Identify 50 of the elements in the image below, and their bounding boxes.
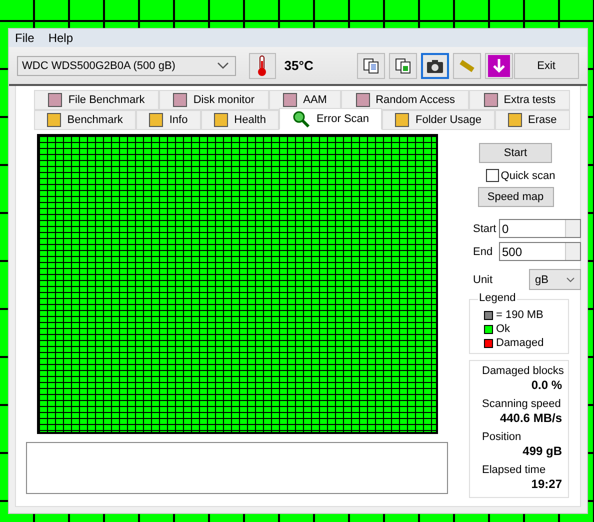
start-label: Start <box>473 222 497 234</box>
chevron-down-icon <box>566 276 575 282</box>
start-field[interactable]: 0 <box>499 219 581 238</box>
tab[interactable]: Erase <box>494 110 570 130</box>
exit-button[interactable]: Exit <box>514 52 580 79</box>
drive-dropdown[interactable]: WDC WDS500G2B0A (500 gB) <box>17 56 236 76</box>
tab[interactable]: Info <box>136 110 201 130</box>
thermometer-button[interactable] <box>248 52 276 79</box>
copy-chart-button[interactable] <box>388 52 417 79</box>
legend-title: Legend <box>478 292 517 304</box>
copy-button[interactable] <box>356 52 385 79</box>
stat-value: 440.6 MB/s <box>500 411 562 426</box>
tab[interactable]: Error Scan <box>279 108 382 130</box>
tab[interactable]: Health <box>200 110 280 130</box>
tab[interactable]: Benchmark <box>34 110 136 130</box>
temperature-reading: 35°C <box>284 58 314 74</box>
quick-scan-checkbox[interactable]: Quick scan <box>486 169 556 182</box>
tab[interactable]: File Benchmark <box>34 90 160 110</box>
speed-map-button[interactable]: Speed map <box>478 187 554 207</box>
camera-icon <box>426 58 444 74</box>
magnifier-icon <box>292 110 310 128</box>
tab[interactable]: Disk monitor <box>159 90 269 110</box>
legend-label: Ok <box>496 323 510 335</box>
stat-label: Position <box>482 430 522 444</box>
unit-label: Unit <box>473 274 494 286</box>
copy-icon <box>362 56 380 75</box>
stat-label: Elapsed time <box>482 463 547 477</box>
copy-chart-icon <box>394 56 412 75</box>
tab[interactable]: Extra tests <box>469 90 570 110</box>
download-button[interactable] <box>484 52 513 79</box>
stat-label: Damaged blocks <box>482 364 562 378</box>
menu-item[interactable]: Help <box>48 31 74 46</box>
unit-dropdown[interactable]: gB <box>529 269 581 290</box>
tab[interactable]: Random Access <box>341 90 470 110</box>
end-field[interactable]: 500 <box>499 242 581 261</box>
stat-value: 499 gB <box>522 444 562 459</box>
legend-label: = 190 MB <box>496 309 544 321</box>
camera-button[interactable] <box>420 52 449 79</box>
thermometer-icon <box>256 54 268 77</box>
stat-label: Scanning speed <box>482 397 562 411</box>
chevron-down-icon <box>216 62 229 70</box>
menu-item[interactable]: File <box>15 31 34 46</box>
tab[interactable]: Folder Usage <box>382 110 495 130</box>
start-button[interactable]: Start <box>479 143 552 163</box>
stat-value: 19:27 <box>531 477 562 492</box>
tab[interactable]: AAM <box>268 90 342 110</box>
end-label: End <box>473 246 494 258</box>
stat-value: 0.0 % <box>531 378 562 393</box>
download-icon <box>488 54 510 77</box>
legend-label: Damaged <box>496 337 544 349</box>
